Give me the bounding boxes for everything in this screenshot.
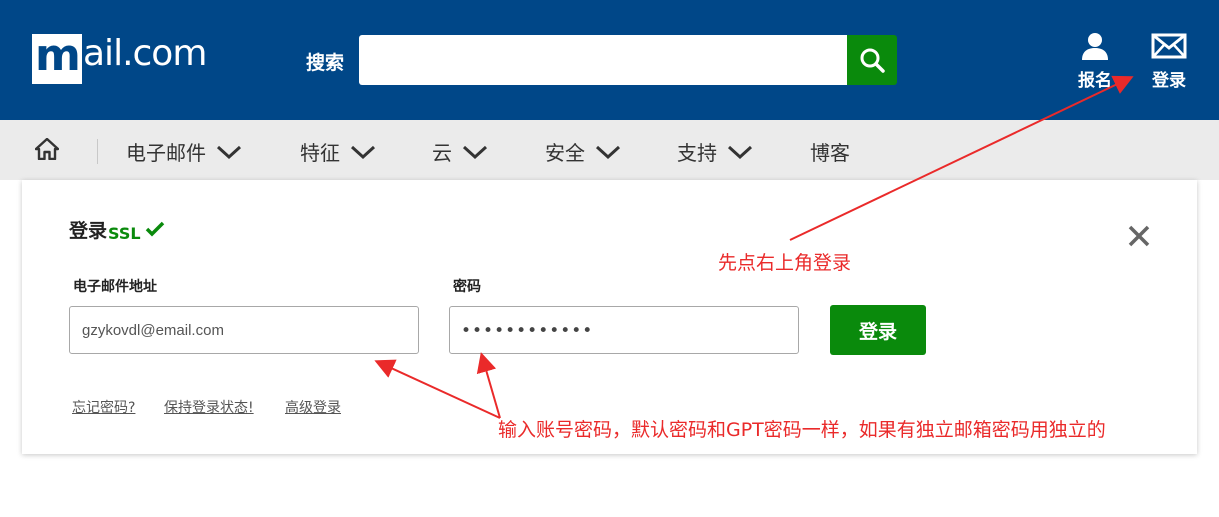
page: m ail.com 搜索 报名 登录 电子邮件 特征 云 安全 支持 博客 登录…: [0, 0, 1219, 517]
nav-item-security[interactable]: 安全: [545, 137, 621, 166]
nav-item-features[interactable]: 特征: [300, 137, 376, 166]
ssl-label: SSL: [108, 224, 141, 243]
nav-item-label: 云: [432, 141, 452, 165]
logo-mark-letter: m: [35, 30, 81, 81]
stay-logged-in-link[interactable]: 保持登录状态!: [164, 397, 254, 417]
search-icon: [860, 48, 885, 73]
login-submit-button[interactable]: 登录: [830, 305, 926, 355]
close-button[interactable]: [1128, 225, 1150, 251]
main-nav: 电子邮件 特征 云 安全 支持 博客: [0, 120, 1219, 180]
close-icon: [1128, 225, 1150, 247]
mailcom-logo[interactable]: m ail.com: [32, 33, 207, 86]
nav-item-blog[interactable]: 博客: [810, 137, 850, 166]
search-label: 搜索: [306, 52, 345, 74]
password-field[interactable]: [449, 306, 799, 354]
nav-home[interactable]: [34, 137, 60, 164]
user-icon: [1082, 33, 1108, 60]
site-header: m ail.com 搜索 报名 登录: [0, 0, 1219, 120]
chevron-down-icon: [216, 145, 242, 159]
chevron-down-icon: [727, 145, 753, 159]
nav-item-support[interactable]: 支持: [677, 137, 753, 166]
nav-item-label: 特征: [300, 141, 340, 165]
register-label: 报名: [1078, 71, 1112, 91]
search-button[interactable]: [847, 35, 897, 85]
chevron-down-icon: [350, 145, 376, 159]
chevron-down-icon: [462, 145, 488, 159]
login-title-text: 登录: [69, 220, 108, 242]
nav-item-label: 支持: [677, 141, 717, 165]
nav-item-cloud[interactable]: 云: [432, 137, 488, 166]
annotation-step2: 输入账号密码，默认密码和GPT密码一样，如果有独立邮箱密码用独立的: [498, 419, 1106, 441]
chevron-down-icon: [595, 145, 621, 159]
register-button[interactable]: 报名: [1070, 32, 1120, 91]
email-field[interactable]: [69, 306, 419, 354]
nav-item-label: 安全: [545, 141, 585, 165]
header-login-button[interactable]: 登录: [1144, 32, 1194, 91]
nav-item-email[interactable]: 电子邮件: [126, 137, 242, 166]
envelope-icon: [1151, 33, 1187, 59]
email-label: 电子邮件地址: [73, 279, 157, 295]
nav-divider: [97, 139, 98, 164]
advanced-login-link[interactable]: 高级登录: [285, 397, 341, 417]
header-login-label: 登录: [1152, 71, 1186, 91]
nav-item-label: 电子邮件: [126, 141, 206, 165]
login-panel: 登录 SSL 电子邮件地址 密码 •••••••••••• 登录 忘记密码? 保…: [22, 180, 1197, 454]
logo-text: ail.com: [83, 33, 207, 74]
forgot-password-link[interactable]: 忘记密码?: [72, 397, 135, 417]
login-title: 登录 SSL: [69, 216, 165, 243]
logo-mark: m: [32, 34, 82, 84]
checkmark-icon: [145, 221, 164, 237]
nav-item-label: 博客: [810, 141, 850, 165]
home-icon: [34, 137, 60, 161]
search-input[interactable]: [359, 35, 848, 85]
annotation-step1: 先点右上角登录: [718, 252, 852, 274]
password-label: 密码: [453, 279, 481, 295]
